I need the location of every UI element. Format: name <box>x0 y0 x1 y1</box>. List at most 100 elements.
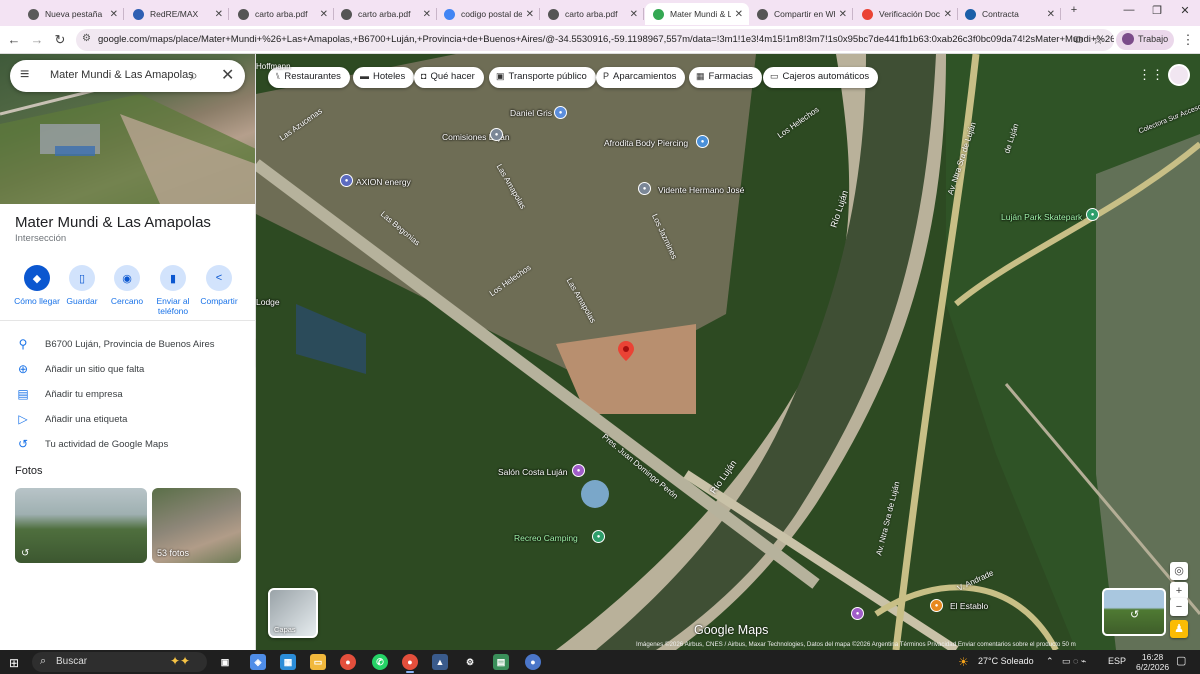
tray-icons[interactable]: ▭ ◌ ⌁ <box>1062 656 1086 667</box>
browser-tab[interactable]: codigo postal de lujan ✕ <box>436 3 540 25</box>
action-nearby-button[interactable]: ◉ Cercano <box>104 265 150 306</box>
chip-pharmacy[interactable]: ▦ Farmacias <box>689 67 762 88</box>
back-icon[interactable]: ← <box>6 32 22 48</box>
photo-all[interactable]: 53 fotos <box>152 488 241 563</box>
street-view-thumbnail[interactable]: ↺ <box>1102 588 1166 636</box>
chip-atm[interactable]: ▭ Cajeros automáticos <box>763 67 879 88</box>
minimize-icon[interactable]: — <box>1118 4 1140 16</box>
my-location-icon[interactable]: ◎ <box>1170 562 1188 580</box>
close-window-icon[interactable]: ✕ <box>1174 4 1196 17</box>
weather-text[interactable]: 27°C Soleado <box>978 656 1034 666</box>
pegman-icon[interactable]: ♟ <box>1170 620 1188 638</box>
search-input[interactable]: Mater Mundi & Las Amapolas <box>50 69 194 81</box>
notifications-icon[interactable]: ▢ <box>1176 654 1186 667</box>
windows-start-icon[interactable]: ⊞ <box>9 656 19 670</box>
browser-tab[interactable]: carto arba.pdf ✕ <box>333 3 437 25</box>
park-pin-icon[interactable]: ● <box>592 530 605 543</box>
browser-tab[interactable]: Contracta ✕ <box>957 3 1061 25</box>
forward-icon[interactable]: → <box>29 32 45 48</box>
poi-label[interactable]: AXION energy <box>356 177 411 187</box>
google-apps-icon[interactable]: ⋮⋮ <box>1138 67 1164 83</box>
whatsapp-icon[interactable]: ✆ <box>372 654 388 670</box>
clock[interactable]: 16:28 6/2/2026 <box>1136 652 1169 672</box>
poi-label[interactable]: Recreo Camping <box>514 533 578 543</box>
tray-chevron-icon[interactable]: ⌃ <box>1046 656 1054 667</box>
action-share-button[interactable]: < Compartir <box>196 265 242 306</box>
file-explorer-icon[interactable]: ▭ <box>310 654 326 670</box>
maximize-icon[interactable]: ❐ <box>1146 4 1168 17</box>
poi-label[interactable]: El Establo <box>950 601 988 611</box>
copilot-icon[interactable]: ◈ <box>250 654 266 670</box>
calculator-icon[interactable]: ▤ <box>493 654 509 670</box>
poi-label[interactable]: Salón Costa Luján <box>498 467 567 477</box>
fuel-pin-icon[interactable]: ● <box>340 174 353 187</box>
app-icon[interactable]: ▲ <box>432 654 448 670</box>
settings-gear-icon[interactable]: ⚙ <box>462 654 478 670</box>
close-tab-icon[interactable]: ✕ <box>215 9 223 20</box>
close-tab-icon[interactable]: ✕ <box>110 9 118 20</box>
install-app-icon[interactable]: ⧉ <box>1070 32 1086 48</box>
search-icon[interactable]: ⌕ <box>190 67 198 84</box>
task-view-icon[interactable]: ▣ <box>217 654 233 670</box>
close-tab-icon[interactable]: ✕ <box>526 9 534 20</box>
shop-pin-icon[interactable]: ● <box>696 135 709 148</box>
taskbar-search[interactable]: ⌕ Buscar ✦✦ <box>32 652 207 672</box>
browser-tab[interactable]: carto arba.pdf ✕ <box>230 3 334 25</box>
info-row[interactable]: ▤ Añadir tu empresa <box>0 385 255 407</box>
pin-icon[interactable]: ● <box>490 128 503 141</box>
chip-parking[interactable]: P Aparcamientos <box>596 67 686 88</box>
browser-tab[interactable]: Nueva pestaña ✕ <box>20 3 124 25</box>
close-tab-icon[interactable]: ✕ <box>320 9 328 20</box>
info-row[interactable]: ▷ Añadir una etiqueta <box>0 410 255 432</box>
place-hero-photo[interactable]: ≡ Mater Mundi & Las Amapolas ⌕ ✕ <box>0 54 255 204</box>
layers-button[interactable]: Capas <box>268 588 318 638</box>
poi-label[interactable]: Afrodita Body Piercing <box>604 138 688 148</box>
restaurant-pin-icon[interactable]: ● <box>930 599 943 612</box>
action-phone-button[interactable]: ▮ Enviar al teléfono <box>150 265 196 316</box>
action-directions-button[interactable]: ◆ Cómo llegar <box>14 265 60 306</box>
chip-transit[interactable]: ▣ Transporte público <box>489 67 596 88</box>
info-row[interactable]: ⊕ Añadir un sitio que falta <box>0 360 255 382</box>
store-icon[interactable]: ▦ <box>280 654 296 670</box>
chrome-alt-icon[interactable]: ● <box>525 654 541 670</box>
park-pin-icon[interactable]: ● <box>1086 208 1099 221</box>
new-tab-button[interactable]: + <box>1063 4 1085 16</box>
venue-pin-icon[interactable]: ● <box>572 464 585 477</box>
browser-tab[interactable]: Mater Mundi & Las Amapolas ✕ <box>645 3 749 25</box>
close-tab-icon[interactable]: ✕ <box>423 9 431 20</box>
account-avatar[interactable] <box>1168 64 1190 86</box>
photo-street-view[interactable]: ↺ <box>15 488 147 563</box>
close-tab-icon[interactable]: ✕ <box>1047 9 1055 20</box>
zoom-out-button[interactable]: − <box>1170 598 1188 616</box>
input-language[interactable]: ESP <box>1108 656 1126 666</box>
browser-tab[interactable]: Compartir en WhatsApp ✕ <box>749 3 853 25</box>
browser-tab[interactable]: RedRE/MAX ✕ <box>125 3 229 25</box>
chip-camera[interactable]: ◘ Qué hacer <box>414 67 484 88</box>
chrome-profile-icon[interactable]: ● <box>402 654 418 670</box>
close-tab-icon[interactable]: ✕ <box>839 9 847 20</box>
venue-pin-icon[interactable]: ● <box>851 607 864 620</box>
hamburger-menu-icon[interactable]: ≡ <box>20 66 29 84</box>
chrome-icon[interactable]: ● <box>340 654 356 670</box>
poi-label[interactable]: Luján Park Skatepark <box>1001 212 1082 222</box>
info-row[interactable]: ↺ Tu actividad de Google Maps <box>0 435 255 457</box>
close-tab-icon[interactable]: ✕ <box>735 9 743 20</box>
profile-button[interactable]: Trabajo <box>1116 30 1174 50</box>
bookmark-star-icon[interactable]: ☆ <box>1090 32 1106 48</box>
shop-pin-icon[interactable]: ● <box>554 106 567 119</box>
browser-tab[interactable]: Verificación Documental ✕ <box>854 3 958 25</box>
address-bar[interactable]: ⚙ google.com/maps/place/Mater+Mundi+%26+… <box>76 29 1114 51</box>
site-info-icon[interactable]: ⚙ <box>82 33 91 44</box>
info-row[interactable]: ⚲ B6700 Luján, Provincia de Buenos Aires <box>0 335 255 357</box>
action-bookmark-button[interactable]: ▯ Guardar <box>59 265 105 306</box>
map-canvas[interactable]: ⑊ Restaurantes ▬ Hoteles ◘ Qué hacer ▣ Transpor… <box>256 54 1200 650</box>
selected-place-marker-icon[interactable] <box>618 341 634 361</box>
close-tab-icon[interactable]: ✕ <box>944 9 952 20</box>
pin-icon[interactable]: ● <box>638 182 651 195</box>
kebab-menu-icon[interactable]: ⋮ <box>1180 32 1196 48</box>
browser-tab[interactable]: carto arba.pdf ✕ <box>540 3 644 25</box>
close-icon[interactable]: ✕ <box>221 65 234 85</box>
close-tab-icon[interactable]: ✕ <box>630 9 638 20</box>
chip-hotel[interactable]: ▬ Hoteles <box>353 67 415 88</box>
search-box[interactable]: ≡ Mater Mundi & Las Amapolas ⌕ ✕ <box>10 60 245 92</box>
